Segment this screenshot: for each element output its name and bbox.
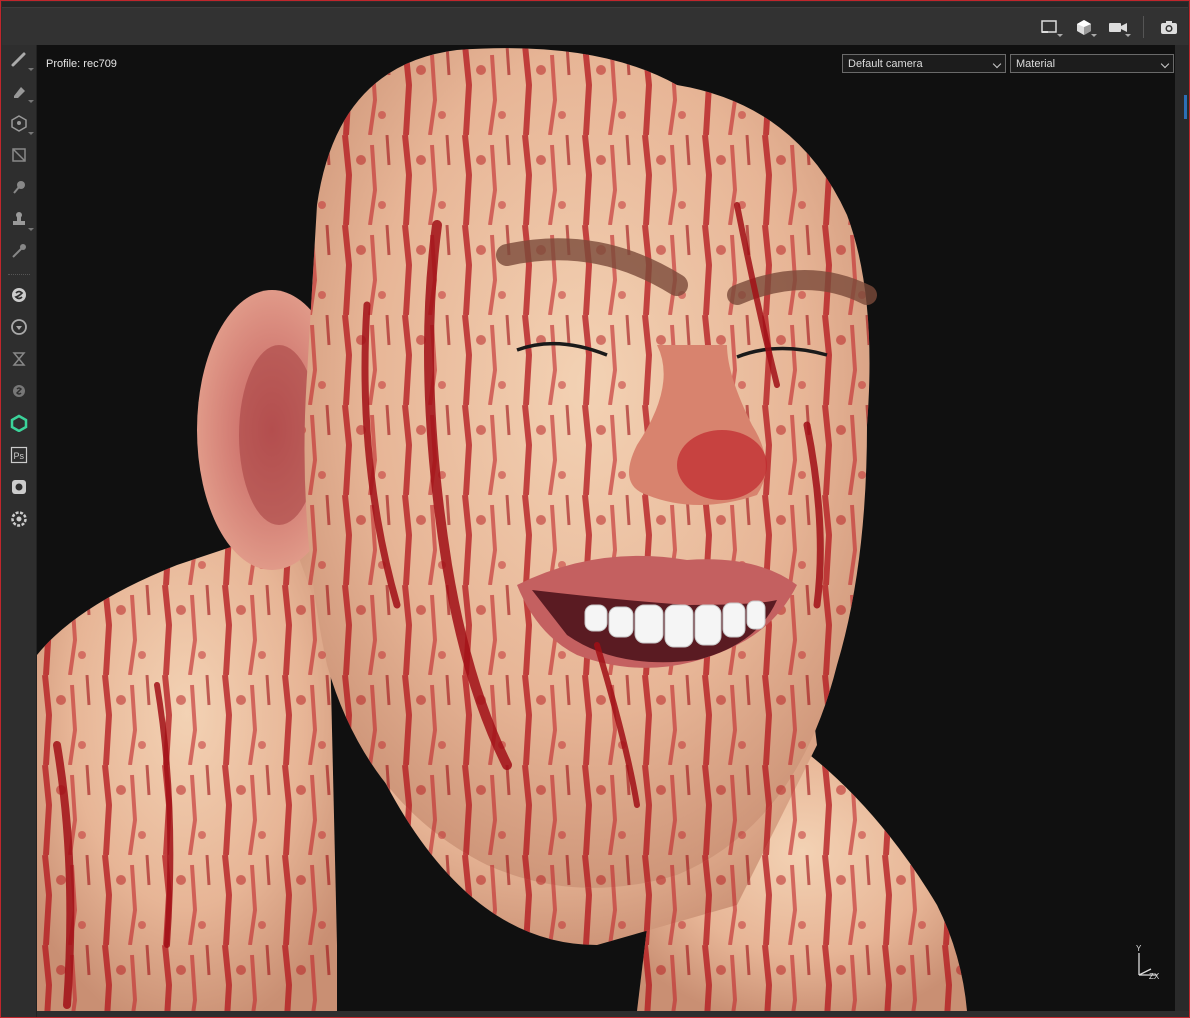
chevron-down-icon — [992, 59, 1002, 69]
render-mode-select[interactable]: Material — [1010, 54, 1174, 73]
bakery-icon[interactable] — [7, 315, 31, 339]
3d-viewport[interactable]: Profile: rec709 Default camera Material … — [37, 45, 1175, 1011]
toolbar-separator — [1143, 16, 1144, 38]
axis-y-label: Y — [1136, 945, 1142, 953]
send-to-icon[interactable] — [7, 475, 31, 499]
color-profile-label: Profile: rec709 — [46, 58, 117, 70]
axis-gizmo: Y ZX — [1136, 945, 1160, 981]
smudge-icon[interactable] — [7, 175, 31, 199]
axis-zx-label: ZX — [1149, 972, 1160, 981]
ps-label: Ps — [14, 451, 25, 461]
screenshot-icon[interactable] — [1156, 16, 1182, 38]
camera-select-value: Default camera — [848, 58, 923, 70]
camera-icon[interactable] — [1105, 16, 1131, 38]
viewport-toolbar — [2, 2, 1188, 45]
projection-icon[interactable] — [7, 111, 34, 135]
camera-select[interactable]: Default camera — [842, 54, 1006, 73]
photoshop-icon[interactable]: Ps — [7, 443, 31, 467]
polygon-fill-icon[interactable] — [7, 143, 31, 167]
title-strip — [2, 2, 1188, 7]
right-panel-edge[interactable] — [1175, 45, 1189, 1011]
eraser-icon[interactable] — [7, 79, 34, 103]
cube-view-icon[interactable] — [1071, 16, 1097, 38]
app-window: Ps Profile: rec709 Default camera Materi… — [0, 0, 1190, 1018]
color-picker-icon[interactable] — [7, 239, 31, 263]
render-mode-select-value: Material — [1016, 58, 1056, 70]
paint-brush-icon[interactable] — [7, 47, 34, 71]
left-tool-panel: Ps — [2, 45, 37, 1017]
substance-grey-icon[interactable] — [7, 379, 31, 403]
clone-stamp-icon[interactable] — [7, 207, 34, 231]
character-model-render — [37, 48, 967, 1011]
iray-icon[interactable] — [7, 347, 31, 371]
panel-highlight — [1184, 95, 1187, 119]
chevron-down-icon — [1160, 59, 1170, 69]
share-icon[interactable] — [7, 411, 31, 435]
viewport-layout-icon[interactable] — [1037, 16, 1063, 38]
settings-icon[interactable] — [7, 507, 31, 531]
tool-separator — [8, 274, 30, 276]
substance-icon[interactable] — [7, 283, 31, 307]
